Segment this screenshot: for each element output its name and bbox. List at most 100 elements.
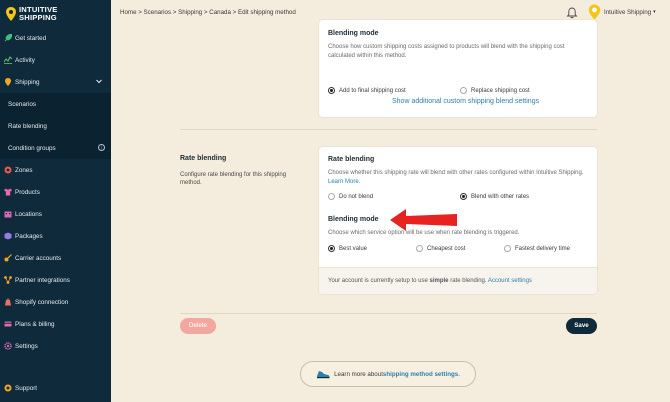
sidebar-item-label: Products [15, 188, 40, 196]
chevron-down-icon [96, 79, 102, 86]
gear-icon [4, 342, 12, 350]
show-blend-settings-link[interactable]: Show additional custom shipping blend se… [392, 98, 539, 105]
radio-button[interactable] [504, 245, 511, 252]
learn-more-banner[interactable]: Learn more about shipping method setting… [300, 361, 476, 387]
sidebar-item-support[interactable]: Support [4, 384, 37, 392]
card-title: Blending mode [328, 30, 379, 37]
avatar [588, 4, 601, 20]
box-icon [4, 232, 12, 240]
radio-label: Do not blend [339, 193, 374, 200]
card-footer: Your account is currently setup to use s… [319, 267, 597, 294]
card-description: Choose how custom shipping costs assigne… [328, 44, 565, 59]
sidebar-item-label: Carrier accounts [15, 254, 62, 262]
section-divider [180, 129, 597, 130]
rocket-icon [4, 34, 12, 42]
radio-button[interactable] [328, 193, 335, 200]
sidebar-item-scenarios[interactable]: Scenarios [0, 93, 111, 115]
radio-button[interactable] [460, 87, 467, 94]
card-description: Choose whether this shipping rate will b… [328, 169, 590, 186]
radio-do-not-blend[interactable]: Do not blend [328, 193, 373, 200]
brand-logo[interactable]: INTUITIVE SHIPPING [6, 4, 58, 24]
bell-icon[interactable] [566, 7, 578, 19]
sidebar-item-label: Zones [15, 166, 33, 174]
radio-blend-with-other[interactable]: Blend with other rates [460, 193, 529, 200]
sidebar-item-settings[interactable]: Settings [0, 335, 111, 357]
sidebar-item-get-started[interactable]: Get started [0, 27, 111, 49]
learn-text-pre: Learn more about [334, 370, 383, 378]
sidebar-item-label: Get started [15, 34, 47, 42]
sidebar-nav: Get started Activity Shipping Scenarios … [0, 27, 111, 357]
shirt-icon [4, 188, 12, 196]
sidebar-item-packages[interactable]: Packages [0, 225, 111, 247]
blending-mode-description: Choose which service option will be use … [328, 230, 520, 236]
learn-more-link[interactable]: Learn More. [328, 179, 360, 185]
radio-button-selected[interactable] [460, 193, 467, 200]
sidebar-item-partner-integrations[interactable]: Partner integrations [0, 269, 111, 291]
sidebar-item-label: Plans & billing [15, 320, 55, 328]
sidebar-item-condition-groups[interactable]: Condition groups i [0, 137, 111, 159]
radio-label: Replace shipping cost [471, 87, 530, 94]
sidebar-item-rate-blending[interactable]: Rate blending [0, 115, 111, 137]
account-settings-link[interactable]: Account settings [488, 278, 532, 284]
sidebar-item-label: Shopify connection [15, 298, 69, 306]
logo-pin-icon [6, 7, 16, 21]
sidebar-item-label: Activity [15, 56, 35, 64]
section-description: Configure rate blending for this shippin… [180, 172, 287, 187]
radio-label: Best value [339, 245, 368, 252]
rate-blending-card: Rate blending Choose whether this shippi… [319, 147, 597, 294]
user-name: Intuitive Shipping [604, 8, 652, 16]
delete-button[interactable]: Delete [180, 318, 216, 334]
billing-icon [4, 320, 12, 328]
footer-text-pre: Your account is currently setup to use [328, 278, 430, 284]
sidebar-item-label: Shipping [15, 78, 40, 86]
radio-label: Cheapest cost [427, 245, 466, 252]
radio-label: Fastest delivery time [515, 245, 571, 252]
caret-down-icon: ▾ [653, 9, 656, 15]
sidebar-item-plans-billing[interactable]: Plans & billing [0, 313, 111, 335]
sidebar-item-shopify-connection[interactable]: Shopify connection [0, 291, 111, 313]
learn-text-post: . [458, 370, 460, 378]
radio-button-selected[interactable] [328, 87, 335, 94]
sidebar-item-label: Scenarios [8, 100, 37, 108]
sidebar: INTUITIVE SHIPPING Get started Activity … [0, 0, 111, 402]
sidebar-item-label: Settings [15, 342, 38, 350]
activity-icon [4, 56, 12, 64]
zones-icon [4, 166, 12, 174]
custom-blend-card: Blending mode Choose how custom shipping… [319, 20, 597, 117]
radio-add-to-final[interactable]: Add to final shipping cost [328, 87, 406, 94]
sidebar-item-carrier-accounts[interactable]: Carrier accounts [0, 247, 111, 269]
footer-text-bold: simple [429, 278, 449, 284]
integrations-icon [4, 276, 12, 284]
sidebar-item-products[interactable]: Products [0, 181, 111, 203]
radio-best-value[interactable]: Best value [328, 245, 367, 252]
actions-divider [180, 313, 597, 314]
brand-line2: SHIPPING [19, 13, 57, 22]
building-icon [4, 210, 12, 218]
radio-replace-cost[interactable]: Replace shipping cost [460, 87, 530, 94]
radio-cheapest-cost[interactable]: Cheapest cost [416, 245, 465, 252]
support-icon [4, 384, 12, 392]
red-arrow-annotation [390, 209, 457, 231]
radio-button[interactable] [416, 245, 423, 252]
sidebar-item-zones[interactable]: Zones [0, 159, 111, 181]
shipping-method-settings-link[interactable]: shipping method settings [383, 371, 458, 378]
radio-fastest-delivery[interactable]: Fastest delivery time [504, 245, 570, 252]
radio-button-selected[interactable] [328, 245, 335, 252]
sidebar-item-activity[interactable]: Activity [0, 49, 111, 71]
sidebar-item-label: Packages [15, 232, 43, 240]
key-icon [4, 254, 12, 262]
sidebar-item-locations[interactable]: Locations [0, 203, 111, 225]
sidebar-item-shipping[interactable]: Shipping [0, 71, 111, 93]
save-button[interactable]: Save [566, 318, 597, 334]
rate-blend-desc: Choose whether this shipping rate will b… [328, 170, 584, 176]
sidebar-item-label: Support [15, 384, 38, 392]
sidebar-item-label: Rate blending [8, 122, 47, 130]
footer-text-post: rate blending. [448, 278, 487, 284]
breadcrumb[interactable]: Home > Scenarios > Shipping > Canada > E… [120, 9, 296, 16]
card-title: Rate blending [328, 156, 375, 163]
sidebar-item-label: Partner integrations [15, 276, 70, 284]
info-icon[interactable]: i [98, 144, 105, 151]
blending-mode-title: Blending mode [328, 216, 379, 223]
radio-label: Blend with other rates [471, 193, 530, 200]
user-menu[interactable]: Intuitive Shipping ▾ [588, 4, 656, 20]
